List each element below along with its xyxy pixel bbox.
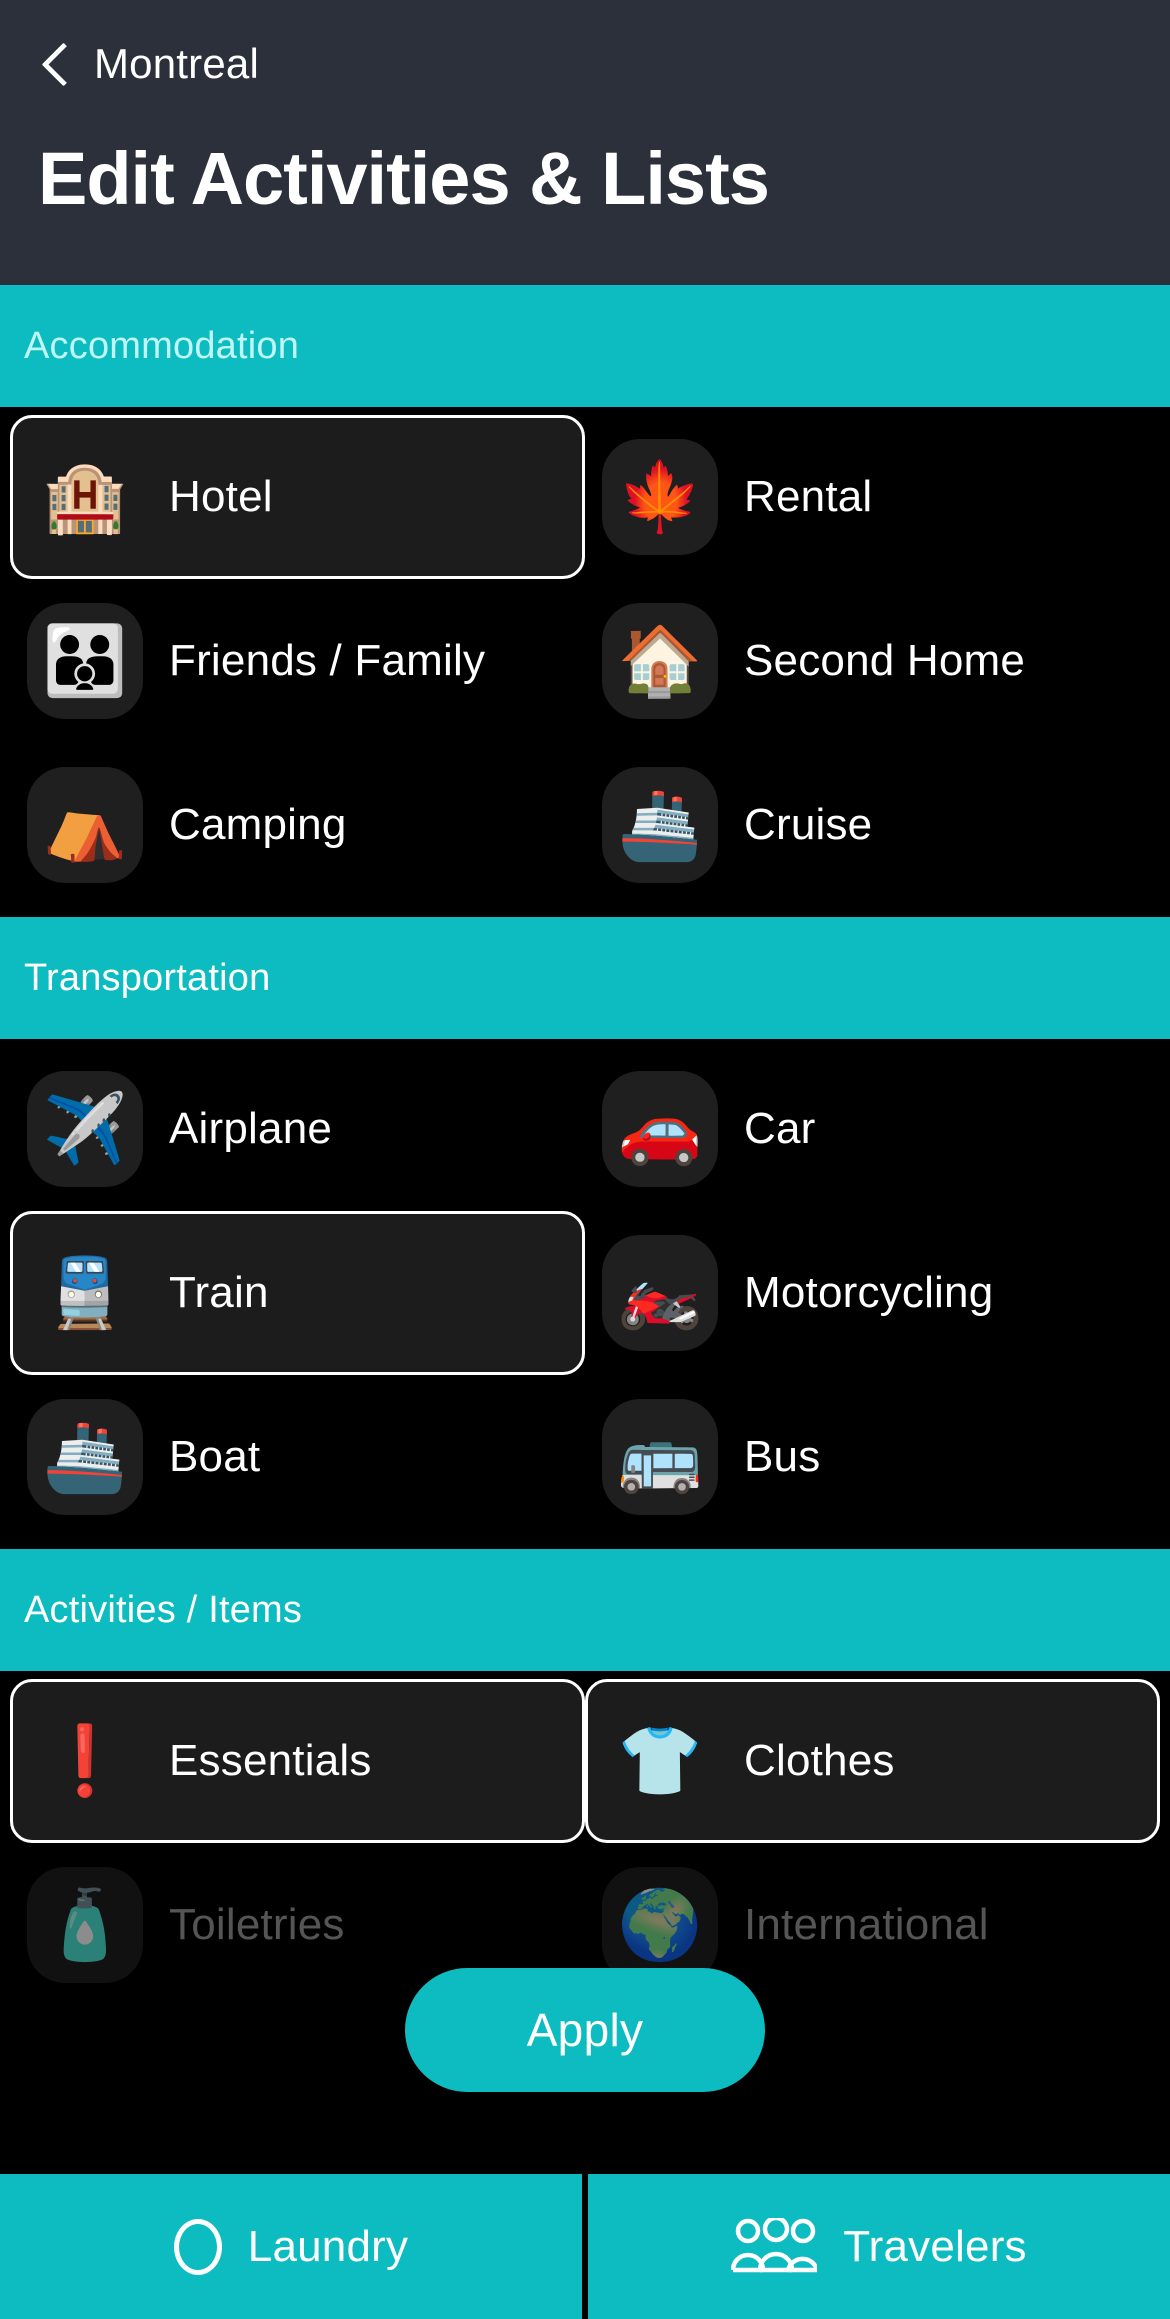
- option-label: Motorcycling: [744, 1268, 994, 1317]
- boat-icon: 🚢: [27, 1399, 143, 1515]
- back-navigation[interactable]: Montreal: [38, 28, 1132, 100]
- circle-icon: [173, 2218, 222, 2275]
- section-grid: ❗ Essentials 👕 Clothes 🧴 Toiletries 🌍 Internati…: [0, 1671, 1170, 2017]
- train-icon: 🚆: [42, 1255, 128, 1331]
- camping-icon: ⛺: [27, 767, 143, 883]
- section-grid: ✈️ Airplane 🚗 Car 🚆 Train 🏍️ Motorcycling 🚢 Boat 🚌…: [0, 1039, 1170, 1549]
- people-group-icon: [731, 2217, 818, 2272]
- section-header: Activities / Items: [0, 1549, 1170, 1671]
- option-label: Second Home: [744, 636, 1026, 685]
- option-label: Clothes: [744, 1736, 895, 1785]
- hotel-icon: 🏨: [42, 459, 128, 535]
- toiletries-icon: 🧴: [27, 1867, 143, 1983]
- section-title: Accommodation: [24, 324, 300, 367]
- option-label: Airplane: [169, 1104, 333, 1153]
- option-hotel[interactable]: 🏨 Hotel: [10, 415, 585, 579]
- option-label: Boat: [169, 1432, 261, 1481]
- nav-tab-travelers-label: Travelers: [843, 2221, 1027, 2271]
- motorcycle-icon: 🏍️: [602, 1235, 718, 1351]
- option-label: Friends / Family: [169, 636, 486, 685]
- option-label: Train: [169, 1268, 269, 1317]
- option-airplane[interactable]: ✈️ Airplane: [10, 1047, 585, 1211]
- option-row: 🚆 Train 🏍️ Motorcycling: [10, 1211, 1160, 1375]
- option-row: ❗ Essentials 👕 Clothes: [10, 1679, 1160, 1843]
- option-camping[interactable]: ⛺ Camping: [10, 743, 585, 907]
- option-friends-family[interactable]: 👪 Friends / Family: [10, 579, 585, 743]
- clothes-icon: 👕: [617, 1723, 703, 1799]
- option-essentials[interactable]: ❗ Essentials: [10, 1679, 585, 1843]
- option-label: Toiletries: [169, 1900, 345, 1949]
- option-row: 👪 Friends / Family 🏠 Second Home: [10, 579, 1160, 743]
- app-header: Montreal Edit Activities & Lists: [0, 0, 1170, 285]
- rental-icon: 🍁: [602, 439, 718, 555]
- option-bus[interactable]: 🚌 Bus: [585, 1375, 1160, 1539]
- option-label: Bus: [744, 1432, 821, 1481]
- option-label: Essentials: [169, 1736, 372, 1785]
- family-icon: 👪: [27, 603, 143, 719]
- option-label: Car: [744, 1104, 816, 1153]
- nav-tab-laundry[interactable]: Laundry: [0, 2174, 582, 2319]
- option-row: 🏨 Hotel 🍁 Rental: [10, 415, 1160, 579]
- section-title: Activities / Items: [24, 1588, 303, 1631]
- section-header: Accommodation: [0, 285, 1170, 407]
- option-label: Rental: [744, 472, 873, 521]
- option-row: ✈️ Airplane 🚗 Car: [10, 1047, 1160, 1211]
- airplane-icon: ✈️: [27, 1071, 143, 1187]
- apply-button[interactable]: Apply: [405, 1968, 765, 2092]
- option-boat[interactable]: 🚢 Boat: [10, 1375, 585, 1539]
- option-label: Camping: [169, 800, 347, 849]
- option-label: Cruise: [744, 800, 873, 849]
- essentials-icon: ❗: [42, 1723, 128, 1799]
- nav-tab-laundry-label: Laundry: [247, 2221, 409, 2271]
- nav-tab-travelers[interactable]: Travelers: [588, 2174, 1170, 2319]
- international-icon: 🌍: [602, 1867, 718, 1983]
- bottom-navigation: Laundry Travelers: [0, 2174, 1170, 2319]
- option-second-home[interactable]: 🏠 Second Home: [585, 579, 1160, 743]
- cruise-icon: 🚢: [602, 767, 718, 883]
- section-header: Transportation: [0, 917, 1170, 1039]
- screen-edit-activities-lists: Montreal Edit Activities & Lists Accommo…: [0, 0, 1170, 2319]
- option-label: Hotel: [169, 472, 273, 521]
- section-grid: 🏨 Hotel 🍁 Rental 👪 Friends / Family 🏠 Second Ho…: [0, 407, 1170, 917]
- sections-container: Accommodation 🏨 Hotel 🍁 Rental 👪 Friends / Fam…: [0, 285, 1170, 2017]
- page-title: Edit Activities & Lists: [38, 137, 770, 220]
- scroll-content[interactable]: Accommodation 🏨 Hotel 🍁 Rental 👪 Friends / Fam…: [0, 285, 1170, 2175]
- option-train[interactable]: 🚆 Train: [10, 1211, 585, 1375]
- option-label: International: [744, 1900, 989, 1949]
- car-icon: 🚗: [602, 1071, 718, 1187]
- option-row: ⛺ Camping 🚢 Cruise: [10, 743, 1160, 907]
- chevron-left-icon[interactable]: [38, 38, 72, 90]
- option-motorcycling[interactable]: 🏍️ Motorcycling: [585, 1211, 1160, 1375]
- section-title: Transportation: [24, 956, 271, 999]
- bus-icon: 🚌: [602, 1399, 718, 1515]
- option-cruise[interactable]: 🚢 Cruise: [585, 743, 1160, 907]
- second-home-icon: 🏠: [602, 603, 718, 719]
- option-row: 🚢 Boat 🚌 Bus: [10, 1375, 1160, 1539]
- option-rental[interactable]: 🍁 Rental: [585, 415, 1160, 579]
- option-clothes[interactable]: 👕 Clothes: [585, 1679, 1160, 1843]
- option-car[interactable]: 🚗 Car: [585, 1047, 1160, 1211]
- back-label: Montreal: [94, 40, 260, 87]
